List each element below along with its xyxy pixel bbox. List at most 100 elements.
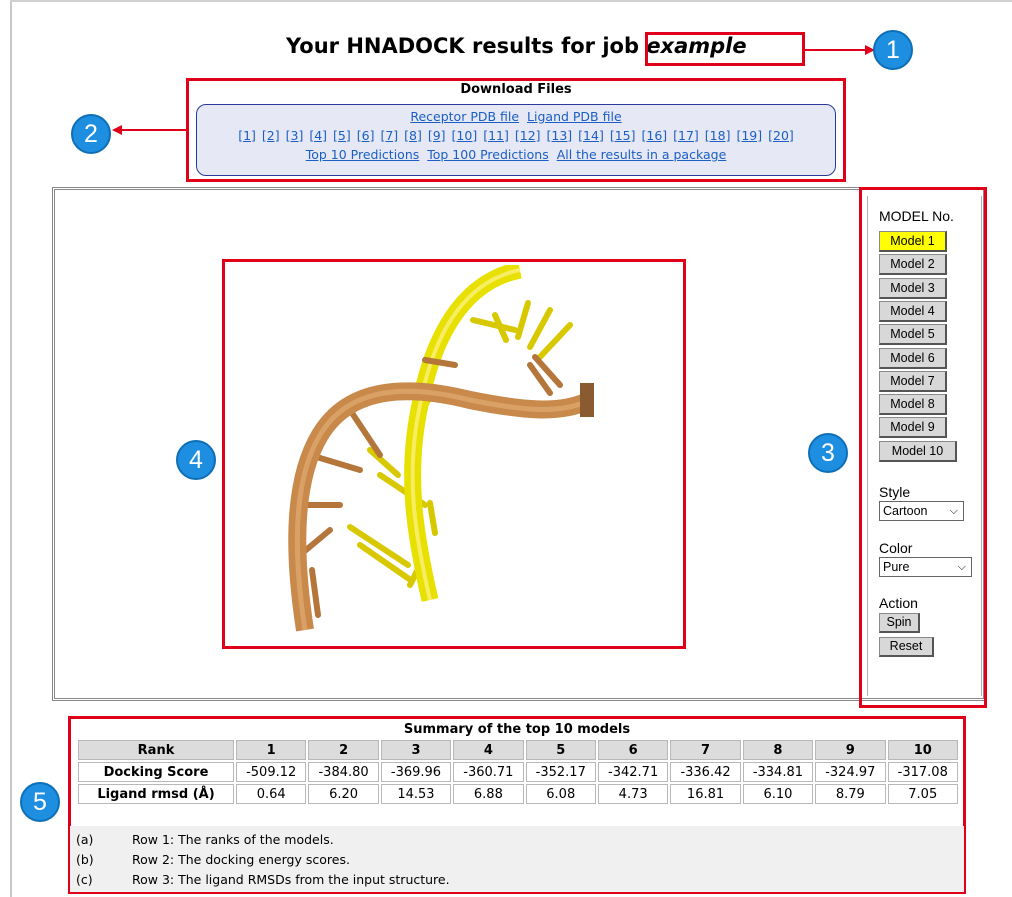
rank-cell: 10	[887, 740, 958, 760]
model-button-2[interactable]: Model 2	[879, 254, 947, 276]
style-select-value: Cartoon	[883, 504, 928, 518]
action-label: Action	[879, 595, 918, 611]
rank-cell: 7	[670, 740, 741, 760]
model-button-5[interactable]: Model 5	[879, 324, 947, 346]
docking-score-cell: -317.08	[887, 762, 958, 782]
rank-cell: 3	[380, 740, 452, 760]
download-files-title: Download Files	[460, 82, 572, 97]
docking-score-cell: -369.96	[380, 762, 452, 782]
ligand-rmsd-cell: 0.64	[236, 784, 307, 804]
model-button-6[interactable]: Model 6	[879, 347, 947, 369]
model-download-links: [1] [2] [3] [4] [5] [6] [7] [8] [9] [10]…	[197, 126, 835, 145]
model-button-3[interactable]: Model 3	[879, 277, 947, 299]
callout-arrow-1	[805, 45, 875, 55]
table-row: Docking Score -509.12 -384.80 -369.96 -360.…	[78, 762, 958, 782]
callout-1: 1	[873, 30, 913, 70]
callout-2: 2	[71, 114, 111, 154]
rank-cell: 2	[308, 740, 379, 760]
model-button-8[interactable]: Model 8	[879, 394, 947, 416]
table-row: Rank 1 2 3 4 5 6 7 8 9 10	[78, 740, 958, 760]
receptor-pdb-link[interactable]: Receptor PDB file	[410, 109, 519, 124]
color-label: Color	[879, 540, 913, 556]
style-label: Style	[879, 484, 911, 500]
note-item: (a) Row 1: The ranks of the models.	[76, 832, 334, 847]
model-download-link[interactable]: [8]	[404, 128, 422, 143]
rank-cell: 1	[236, 740, 307, 760]
rank-cell: 8	[742, 740, 814, 760]
ligand-rmsd-cell: 7.05	[887, 784, 958, 804]
docking-score-cell: -509.12	[236, 762, 307, 782]
ligand-rmsd-cell: 6.08	[525, 784, 596, 804]
docking-score-cell: -336.42	[670, 762, 741, 782]
model-download-link[interactable]: [13]	[547, 128, 573, 143]
job-name-highlight	[645, 32, 805, 66]
docking-score-cell: -342.71	[597, 762, 669, 782]
model-download-link[interactable]: [10]	[452, 128, 478, 143]
ligand-rmsd-cell: 6.20	[308, 784, 379, 804]
page-left-border	[10, 0, 12, 897]
ligand-rmsd-row-header: Ligand rmsd (Å)	[78, 784, 234, 804]
rank-cell: 5	[525, 740, 596, 760]
model-download-link[interactable]: [9]	[428, 128, 446, 143]
ligand-pdb-link[interactable]: Ligand PDB file	[527, 109, 622, 124]
table-row: Ligand rmsd (Å) 0.64 6.20 14.53 6.88 6.08 4.7…	[78, 784, 958, 804]
note-item: (b) Row 2: The docking energy scores.	[76, 852, 350, 867]
results-package-link[interactable]: All the results in a package	[557, 147, 727, 162]
structure-highlight	[222, 259, 686, 649]
callout-4: 4	[176, 440, 216, 480]
model-download-link[interactable]: [7]	[380, 128, 398, 143]
model-download-link[interactable]: [18]	[705, 128, 731, 143]
model-download-link[interactable]: [4]	[309, 128, 327, 143]
ligand-rmsd-cell: 16.81	[670, 784, 741, 804]
spin-button[interactable]: Spin	[879, 613, 920, 633]
summary-title: Summary of the top 10 models	[403, 722, 631, 737]
model-button-9[interactable]: Model 9	[879, 417, 947, 439]
model-button-7[interactable]: Model 7	[879, 370, 947, 392]
ligand-rmsd-cell: 6.88	[453, 784, 524, 804]
note-item: (c) Row 3: The ligand RMSDs from the inpu…	[76, 872, 450, 887]
chevron-down-icon: ⌵	[949, 505, 958, 517]
rank-cell: 6	[597, 740, 669, 760]
docking-score-cell: -360.71	[453, 762, 524, 782]
model-download-link[interactable]: [1]	[238, 128, 256, 143]
model-download-link[interactable]: [11]	[483, 128, 509, 143]
rank-cell: 9	[815, 740, 886, 760]
color-select-value: Pure	[883, 560, 910, 574]
reset-button[interactable]: Reset	[879, 637, 934, 657]
summary-notes: (a) Row 1: The ranks of the models. (b) Ro…	[70, 826, 964, 892]
model-download-link[interactable]: [20]	[768, 128, 794, 143]
model-download-link[interactable]: [19]	[736, 128, 762, 143]
rank-cell: 4	[453, 740, 524, 760]
model-button-4[interactable]: Model 4	[879, 300, 947, 322]
ligand-rmsd-cell: 6.10	[742, 784, 814, 804]
docking-score-cell: -334.81	[742, 762, 814, 782]
rank-row-header: Rank	[78, 740, 234, 760]
model-number-label: MODEL No.	[879, 208, 954, 224]
model-download-link[interactable]: [17]	[673, 128, 699, 143]
chevron-down-icon: ⌵	[957, 561, 966, 573]
model-download-link[interactable]: [12]	[515, 128, 541, 143]
model-download-link[interactable]: [14]	[578, 128, 604, 143]
callout-5: 5	[20, 782, 60, 822]
model-button-10[interactable]: Model 10	[879, 440, 957, 462]
download-files-box: Receptor PDB file Ligand PDB file [1] [2…	[196, 104, 836, 176]
title-prefix: Your HNADOCK results for job	[286, 34, 639, 58]
model-button-1[interactable]: Model 1	[879, 231, 947, 252]
docking-score-cell: -352.17	[525, 762, 596, 782]
callout-arrow-2	[112, 125, 188, 135]
model-download-link[interactable]: [6]	[357, 128, 375, 143]
model-download-link[interactable]: [15]	[610, 128, 636, 143]
top10-predictions-link[interactable]: Top 10 Predictions	[306, 147, 420, 162]
docking-score-cell: -384.80	[308, 762, 379, 782]
style-select[interactable]: Cartoon ⌵	[879, 501, 964, 521]
top100-predictions-link[interactable]: Top 100 Predictions	[427, 147, 549, 162]
model-download-link[interactable]: [2]	[262, 128, 280, 143]
model-download-link[interactable]: [5]	[333, 128, 351, 143]
model-download-link[interactable]: [16]	[641, 128, 667, 143]
docking-score-row-header: Docking Score	[78, 762, 234, 782]
color-select[interactable]: Pure ⌵	[879, 557, 972, 577]
model-download-link[interactable]: [3]	[286, 128, 304, 143]
page-top-border	[10, 0, 1012, 2]
summary-table: Rank 1 2 3 4 5 6 7 8 9 10 Docking Score -509.12 -3…	[76, 738, 960, 806]
ligand-rmsd-cell: 4.73	[597, 784, 669, 804]
